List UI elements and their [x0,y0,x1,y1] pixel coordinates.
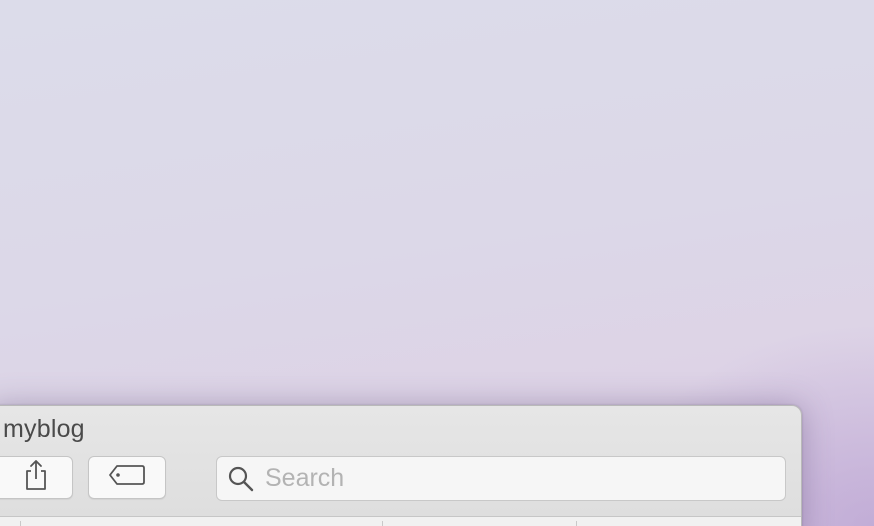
column-divider[interactable] [382,521,383,526]
window-title: myblog [3,415,85,443]
tag-icon [108,464,146,491]
share-icon [23,459,49,496]
column-divider[interactable] [20,521,21,526]
column-header-bar [0,516,801,526]
finder-window[interactable]: myblog [0,405,802,526]
desktop-background: myblog [0,0,874,526]
search-input[interactable] [265,464,755,493]
tags-button[interactable] [88,456,166,499]
search-field[interactable] [216,456,786,501]
share-button[interactable] [0,456,73,499]
column-divider[interactable] [576,521,577,526]
search-icon [227,465,255,493]
